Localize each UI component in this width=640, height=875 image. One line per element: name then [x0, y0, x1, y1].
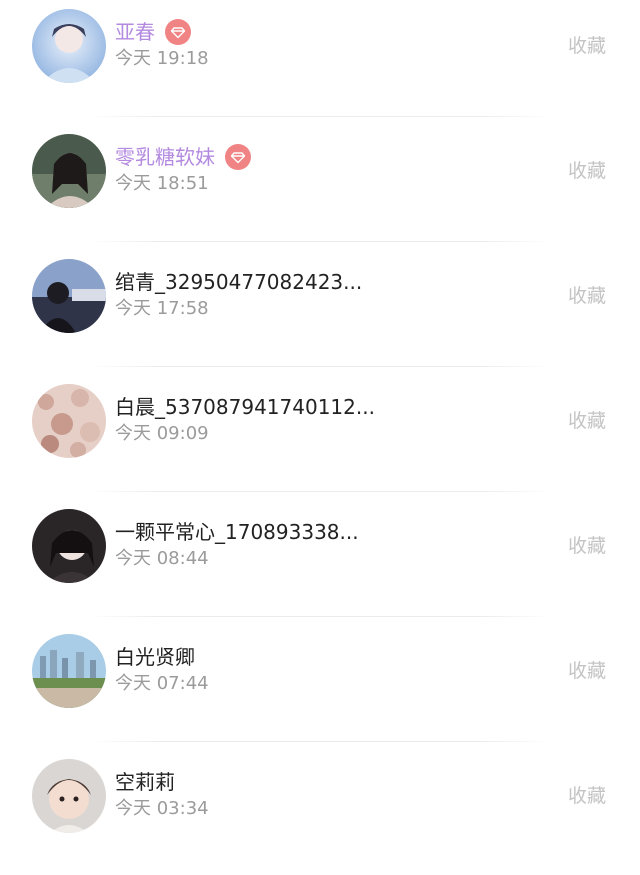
avatar[interactable] [32, 634, 106, 708]
favorite-button[interactable]: 收藏 [568, 532, 606, 560]
visit-time: 今天 08:44 [115, 548, 209, 569]
favorite-button[interactable]: 收藏 [568, 407, 606, 435]
name-line: 一颗平常心_170893338... [115, 517, 359, 547]
divider [88, 616, 552, 617]
avatar[interactable] [32, 134, 106, 208]
favorite-button[interactable]: 收藏 [568, 282, 606, 310]
list-item[interactable]: 一颗平常心_170893338... 今天 08:44 收藏 [0, 500, 640, 625]
avatar[interactable] [32, 759, 106, 833]
diamond-icon [165, 19, 191, 45]
user-name[interactable]: 亚春 [115, 17, 155, 47]
visit-time: 今天 09:09 [115, 423, 209, 444]
avatar[interactable] [32, 259, 106, 333]
divider [88, 241, 552, 242]
user-name[interactable]: 白晨_537087941740112... [115, 392, 375, 422]
user-name[interactable]: 零乳糖软妹 [115, 142, 215, 172]
visit-time: 今天 19:18 [115, 48, 209, 69]
name-line: 白光贤卿 [115, 642, 195, 672]
list-item[interactable]: 白晨_537087941740112... 今天 09:09 收藏 [0, 375, 640, 500]
favorite-button[interactable]: 收藏 [568, 782, 606, 810]
user-name[interactable]: 一颗平常心_170893338... [115, 517, 359, 547]
avatar[interactable] [32, 384, 106, 458]
divider [88, 741, 552, 742]
diamond-icon [225, 144, 251, 170]
name-line: 白晨_537087941740112... [115, 392, 375, 422]
divider [88, 116, 552, 117]
list-item[interactable]: 绾青_32950477082423... 今天 17:58 收藏 [0, 250, 640, 375]
list-item[interactable]: 亚春 今天 19:18 收藏 [0, 0, 640, 125]
user-name[interactable]: 空莉莉 [115, 767, 175, 797]
favorite-button[interactable]: 收藏 [568, 657, 606, 685]
avatar[interactable] [32, 9, 106, 83]
favorite-button[interactable]: 收藏 [568, 157, 606, 185]
visit-time: 今天 03:34 [115, 798, 209, 819]
name-line: 空莉莉 [115, 767, 175, 797]
divider [88, 366, 552, 367]
user-name[interactable]: 白光贤卿 [115, 642, 195, 672]
visitor-list: 亚春 今天 19:18 收藏 零乳糖软妹 今天 18:51 收藏 绾青_3295… [0, 0, 640, 864]
avatar[interactable] [32, 509, 106, 583]
name-line: 零乳糖软妹 [115, 142, 251, 172]
visit-time: 今天 18:51 [115, 173, 209, 194]
list-item[interactable]: 零乳糖软妹 今天 18:51 收藏 [0, 125, 640, 250]
user-name[interactable]: 绾青_32950477082423... [115, 267, 362, 297]
name-line: 绾青_32950477082423... [115, 267, 362, 297]
list-item[interactable]: 空莉莉 今天 03:34 收藏 [0, 750, 640, 875]
visit-time: 今天 17:58 [115, 298, 209, 319]
name-line: 亚春 [115, 17, 191, 47]
divider [88, 491, 552, 492]
visit-time: 今天 07:44 [115, 673, 209, 694]
list-item[interactable]: 白光贤卿 今天 07:44 收藏 [0, 625, 640, 750]
favorite-button[interactable]: 收藏 [568, 32, 606, 60]
